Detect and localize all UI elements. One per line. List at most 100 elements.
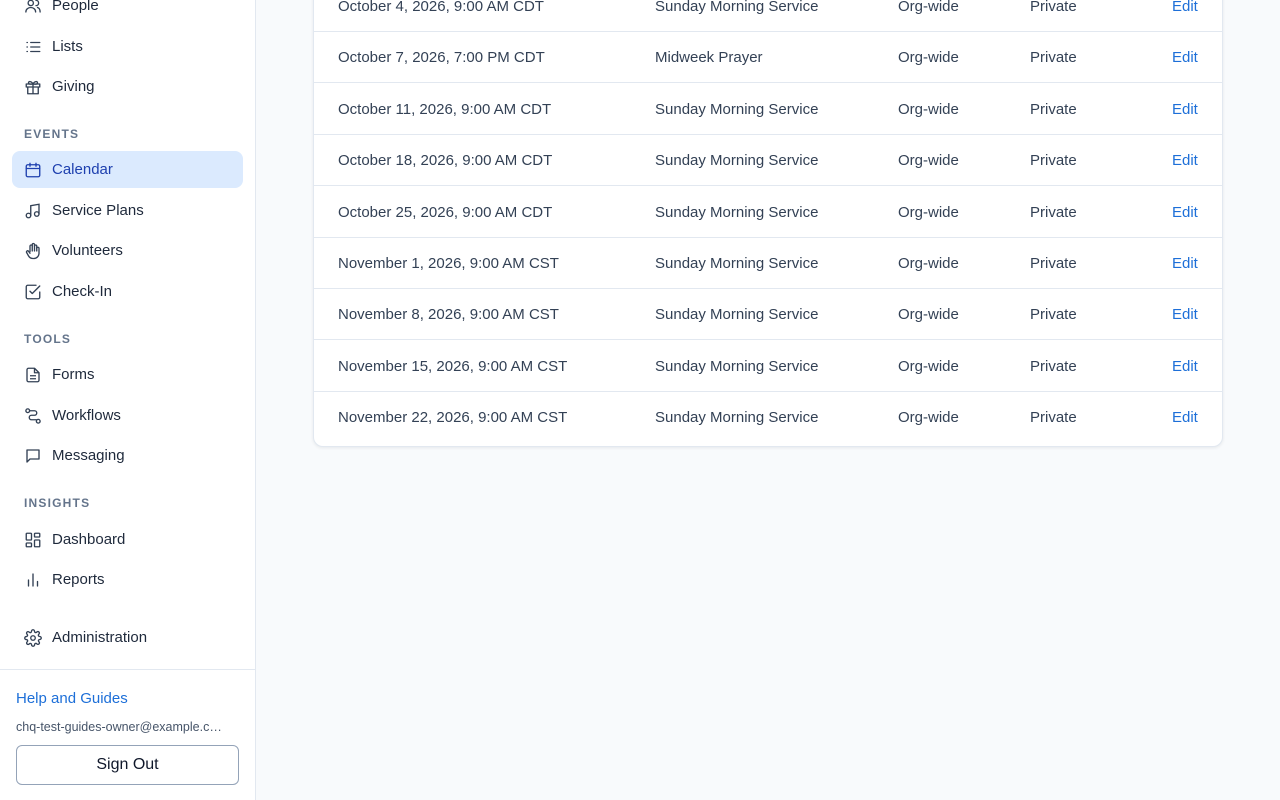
people-icon — [24, 0, 42, 15]
user-email: chq-test-guides-owner@example.c… — [16, 720, 222, 734]
sidebar-item-label: Service Plans — [52, 202, 144, 219]
sidebar-item-lists[interactable]: Lists — [12, 28, 243, 65]
table-row: November 8, 2026, 9:00 AM CST Sunday Morn… — [314, 289, 1222, 341]
help-and-guides-link[interactable]: Help and Guides — [16, 690, 128, 707]
event-date-cell: November 1, 2026, 9:00 AM CST — [338, 255, 559, 272]
sidebar-item-label: Check-In — [52, 283, 113, 300]
sidebar-item-dashboard[interactable]: Dashboard — [12, 521, 243, 558]
section-label-tools: TOOLS — [24, 332, 72, 346]
sidebar-item-label: Administration — [52, 629, 148, 646]
event-scope-cell: Org-wide — [898, 49, 959, 67]
sidebar-item-check-in[interactable]: Check-In — [12, 273, 243, 310]
edit-link[interactable]: Edit — [1172, 289, 1198, 340]
sidebar-item-administration[interactable]: Administration — [12, 619, 243, 656]
sidebar-item-label: Reports — [52, 571, 105, 588]
event-visibility-cell: Private — [1030, 203, 1077, 221]
edit-link[interactable]: Edit — [1172, 187, 1198, 238]
event-visibility-cell: Private — [1030, 255, 1077, 272]
sidebar-item-service-plans[interactable]: Service Plans — [12, 192, 243, 229]
section-label-insights: INSIGHTS — [24, 496, 91, 510]
dashboard-icon — [24, 531, 42, 549]
event-date-cell: November 15, 2026, 9:00 AM CST — [338, 357, 568, 375]
table-row: October 7, 2026, 7:00 PM CDT Midweek Pray… — [314, 32, 1222, 84]
sidebar-item-label: Workflows — [52, 407, 121, 424]
event-name-cell: Sunday Morning Service — [655, 152, 819, 170]
event-scope-cell: Org-wide — [898, 0, 959, 15]
event-scope-cell: Org-wide — [898, 100, 959, 118]
event-date-cell: October 18, 2026, 9:00 AM CDT — [338, 152, 553, 170]
table-row: October 18, 2026, 9:00 AM CDT Sunday Morn… — [314, 135, 1222, 187]
edit-link[interactable]: Edit — [1172, 238, 1198, 289]
sidebar-item-workflows[interactable]: Workflows — [12, 397, 243, 434]
edit-link[interactable]: Edit — [1172, 0, 1198, 32]
sidebar-item-label: Volunteers — [52, 242, 123, 259]
event-name-cell: Sunday Morning Service — [655, 306, 819, 324]
event-name-cell: Midweek Prayer — [655, 49, 763, 67]
table-row: November 1, 2026, 9:00 AM CST Sunday Morn… — [314, 238, 1222, 289]
event-scope-cell: Org-wide — [898, 203, 959, 221]
event-visibility-cell: Private — [1030, 306, 1077, 324]
event-date-cell: October 7, 2026, 7:00 PM CDT — [338, 49, 545, 67]
sidebar-item-people[interactable]: People — [12, 0, 243, 24]
sidebar-item-messaging[interactable]: Messaging — [12, 437, 243, 474]
table-row: October 11, 2026, 9:00 AM CDT Sunday Morn… — [314, 84, 1222, 135]
events-table: October 4, 2026, 9:00 AM CDT Sunday Morni… — [313, 0, 1223, 447]
section-label-events: EVENTS — [24, 127, 80, 141]
event-visibility-cell: Private — [1030, 152, 1077, 170]
event-date-cell: November 8, 2026, 9:00 AM CST — [338, 306, 559, 324]
message-icon — [24, 447, 42, 465]
sidebar-item-label: Messaging — [52, 447, 125, 464]
sidebar-item-calendar[interactable]: Calendar — [12, 151, 243, 188]
sidebar-item-label: Calendar — [52, 161, 113, 178]
table-row: November 22, 2026, 9:00 AM CST Sunday Mor… — [314, 392, 1222, 443]
sidebar-item-forms[interactable]: Forms — [12, 356, 243, 393]
sidebar-item-reports[interactable]: Reports — [12, 561, 243, 598]
event-visibility-cell: Private — [1030, 409, 1077, 427]
edit-link[interactable]: Edit — [1172, 84, 1198, 135]
event-scope-cell: Org-wide — [898, 409, 959, 427]
sidebar-footer: Help and Guides chq-test-guides-owner@ex… — [0, 669, 256, 800]
edit-link[interactable]: Edit — [1172, 32, 1198, 83]
edit-link[interactable]: Edit — [1172, 135, 1198, 186]
music-note-icon — [24, 202, 42, 220]
sidebar-item-label: Dashboard — [52, 531, 126, 548]
event-name-cell: Sunday Morning Service — [655, 100, 819, 118]
event-date-cell: October 4, 2026, 9:00 AM CDT — [338, 0, 544, 15]
event-date-cell: November 22, 2026, 9:00 AM CST — [338, 409, 568, 427]
event-scope-cell: Org-wide — [898, 306, 959, 324]
event-name-cell: Sunday Morning Service — [655, 409, 819, 427]
sidebar-item-label: People — [52, 0, 99, 14]
sidebar-item-giving[interactable]: Giving — [12, 68, 243, 105]
workflow-icon — [24, 407, 42, 425]
event-name-cell: Sunday Morning Service — [655, 255, 819, 272]
document-icon — [24, 366, 42, 384]
list-icon — [24, 38, 42, 56]
edit-link[interactable]: Edit — [1172, 341, 1198, 392]
edit-link[interactable]: Edit — [1172, 392, 1198, 443]
event-date-cell: October 25, 2026, 9:00 AM CDT — [338, 203, 553, 221]
event-name-cell: Sunday Morning Service — [655, 0, 819, 15]
hand-icon — [24, 242, 42, 260]
sidebar-item-label: Lists — [52, 38, 83, 55]
event-visibility-cell: Private — [1030, 357, 1077, 375]
table-row: November 15, 2026, 9:00 AM CST Sunday Mor… — [314, 341, 1222, 392]
sign-out-button[interactable]: Sign Out — [16, 745, 239, 785]
event-visibility-cell: Private — [1030, 0, 1077, 15]
gift-icon — [24, 78, 42, 96]
event-scope-cell: Org-wide — [898, 357, 959, 375]
table-row: October 25, 2026, 9:00 AM CDT Sunday Morn… — [314, 187, 1222, 238]
event-scope-cell: Org-wide — [898, 152, 959, 170]
sidebar-item-label: Giving — [52, 78, 95, 95]
table-row: October 4, 2026, 9:00 AM CDT Sunday Morni… — [314, 0, 1222, 32]
event-scope-cell: Org-wide — [898, 255, 959, 272]
event-visibility-cell: Private — [1030, 100, 1077, 118]
sidebar: People Lists Giving EVENTS Calendar Serv… — [0, 0, 256, 800]
checkbox-icon — [24, 283, 42, 301]
sidebar-item-label: Forms — [52, 366, 95, 383]
event-date-cell: October 11, 2026, 9:00 AM CDT — [338, 100, 552, 118]
calendar-icon — [24, 161, 42, 179]
sidebar-item-volunteers[interactable]: Volunteers — [12, 232, 243, 269]
event-name-cell: Sunday Morning Service — [655, 203, 819, 221]
event-visibility-cell: Private — [1030, 49, 1077, 67]
event-name-cell: Sunday Morning Service — [655, 357, 819, 375]
